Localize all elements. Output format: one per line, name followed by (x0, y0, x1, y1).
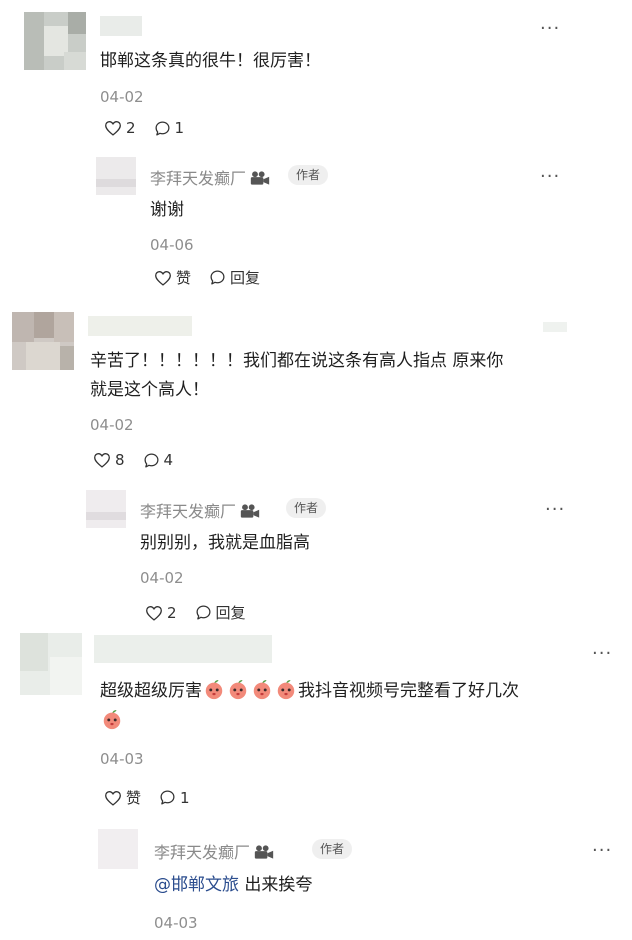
video-camera-icon (250, 170, 270, 190)
reply-author-name[interactable]: 李拜天发癫厂 (154, 839, 274, 864)
comment-1: ··· 邯郸这条真的很牛！很厉害！ 04-02 2 1 李拜天发癫厂 作者 ··… (0, 0, 632, 290)
heart-outline-icon (94, 453, 110, 468)
comment-actions: 赞 1 (104, 787, 190, 808)
author-name-text: 李拜天发癫厂 (140, 502, 237, 521)
avatar[interactable] (24, 12, 86, 70)
more-options-button[interactable]: ··· (592, 645, 612, 663)
comment-2: 辛苦了！！！！！！我们都在说这条有高人指点 原来你 就是这个高人！ 04-02 … (0, 300, 632, 625)
reply-label: 回复 (230, 269, 261, 287)
reply-author-name[interactable]: 李拜天发癫厂 (140, 498, 260, 523)
mention-link[interactable]: @邯郸文旅 (154, 875, 239, 895)
like-label: 赞 (126, 789, 142, 807)
like-button[interactable]: 赞 (104, 787, 141, 808)
comment-3: ··· 超级超级厉害 我抖音视频号完整看了好几次 04-03 赞 1 李拜天发癫厂… (0, 625, 632, 940)
comment-text-line-1: 辛苦了！！！！！！我们都在说这条有高人指点 原来你 (90, 351, 504, 371)
reply-count: 1 (174, 119, 185, 137)
more-options-button[interactable]: ··· (545, 501, 565, 519)
comment-text-part-2: 我抖音视频号完整看了好几次 (298, 681, 519, 701)
reply-count: 1 (180, 788, 190, 807)
more-options-blurred[interactable] (543, 322, 567, 332)
author-badge: 作者 (286, 498, 327, 518)
peach-emoji (227, 678, 249, 710)
reply-date: 04-02 (140, 569, 184, 587)
reply-text: @邯郸文旅 出来挨夸 (154, 871, 312, 900)
reply-button[interactable]: 回复 (209, 267, 260, 288)
speech-bubble-outline-icon (155, 120, 170, 136)
comment-date: 04-02 (90, 416, 134, 434)
reply-date: 04-06 (150, 236, 194, 254)
like-count: 2 (126, 119, 136, 137)
peach-emoji (101, 708, 123, 740)
peach-emoji (275, 678, 297, 710)
username-blurred[interactable] (100, 16, 142, 36)
heart-outline-icon (155, 270, 171, 286)
more-options-button[interactable]: ··· (540, 168, 560, 186)
heart-outline-icon (105, 121, 121, 136)
reply-button[interactable]: 4 (143, 451, 174, 469)
reply-date: 04-03 (154, 914, 198, 932)
video-camera-icon (254, 844, 274, 864)
comment-text-part-1: 超级超级厉害 (100, 681, 202, 701)
avatar[interactable] (12, 312, 74, 370)
reply-avatar[interactable] (86, 490, 126, 528)
comment-actions: 2 1 (104, 119, 184, 137)
author-badge: 作者 (288, 165, 329, 185)
reply-label: 回复 (215, 604, 246, 622)
speech-bubble-outline-icon (160, 790, 175, 805)
reply-avatar[interactable] (96, 157, 136, 195)
more-options-button[interactable]: ··· (592, 842, 612, 860)
like-button[interactable]: 赞 (154, 267, 191, 288)
author-name-text: 李拜天发癫厂 (154, 843, 251, 862)
more-options-button[interactable]: ··· (540, 20, 560, 38)
reply-count: 4 (163, 451, 174, 469)
username-blurred[interactable] (94, 635, 272, 663)
reply-text: 别别别，我就是血脂高 (140, 533, 310, 553)
heart-outline-icon (146, 605, 162, 621)
speech-bubble-outline-icon (144, 452, 159, 468)
reply-text: 谢谢 (150, 200, 184, 220)
reply-button[interactable]: 回复 (195, 602, 246, 623)
avatar[interactable] (20, 633, 82, 695)
speech-bubble-outline-icon (196, 605, 211, 620)
like-label: 赞 (176, 269, 192, 287)
like-count: 2 (167, 603, 177, 622)
comment-text-line-2: 就是这个高人！ (90, 380, 209, 400)
reply-button[interactable]: 1 (154, 119, 185, 137)
reply-button[interactable]: 1 (159, 789, 190, 807)
speech-bubble-outline-icon (210, 270, 225, 285)
video-camera-icon (240, 503, 260, 523)
like-button[interactable]: 2 (145, 604, 177, 622)
comment-text-line-2 (100, 707, 124, 740)
comment-date: 04-03 (100, 750, 144, 768)
reply-actions: 赞 回复 (154, 267, 260, 288)
comment-date: 04-02 (100, 88, 144, 106)
heart-outline-icon (105, 790, 121, 806)
comment-actions: 8 4 (93, 451, 173, 469)
reply-avatar[interactable] (98, 829, 138, 869)
author-badge: 作者 (312, 839, 353, 859)
reply-author-name[interactable]: 李拜天发癫厂 (150, 165, 270, 190)
peach-emoji (203, 678, 225, 710)
reply-actions: 2 回复 (145, 602, 246, 623)
author-name-text: 李拜天发癫厂 (150, 169, 247, 188)
like-count: 8 (115, 451, 125, 469)
comment-text: 超级超级厉害 我抖音视频号完整看了好几次 (100, 677, 519, 710)
peach-emoji (251, 678, 273, 710)
reply-text-body: 出来挨夸 (239, 875, 313, 895)
like-button[interactable]: 8 (93, 451, 125, 469)
username-blurred[interactable] (88, 316, 192, 336)
like-button[interactable]: 2 (104, 119, 136, 137)
comment-text: 邯郸这条真的很牛！很厉害！ (100, 51, 321, 71)
